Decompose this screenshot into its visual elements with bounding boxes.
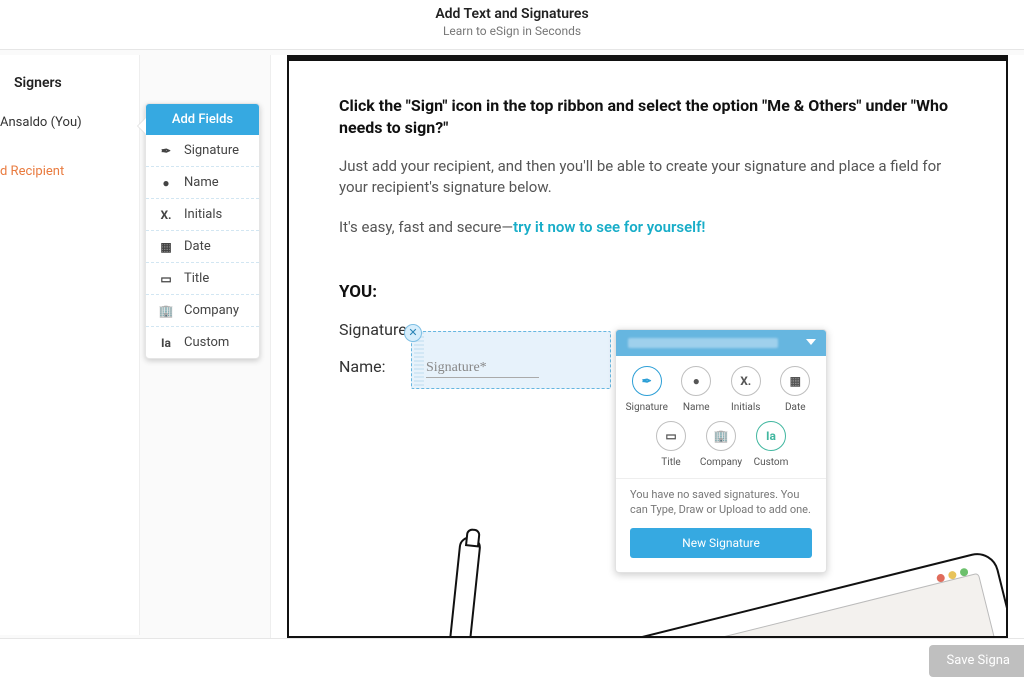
pop-label: Title — [661, 457, 680, 468]
field-label: Title — [184, 271, 209, 286]
pen-icon — [438, 535, 482, 638]
save-signature-button[interactable]: Save Signa — [929, 645, 1024, 677]
instruction-heading: Click the "Sign" icon in the top ribbon … — [339, 95, 956, 138]
pop-label: Initials — [731, 402, 760, 413]
custom-icon: Ia — [756, 421, 786, 451]
signature-field[interactable]: ✕ Signature* — [411, 331, 611, 389]
name-icon: ● — [681, 366, 711, 396]
panel-pointer — [138, 118, 146, 134]
pop-option-company[interactable]: 🏢 Company — [696, 421, 746, 468]
custom-icon: Ia — [158, 336, 174, 350]
field-label: Date — [184, 239, 211, 254]
field-type-popover: ✒ Signature ● Name X. Initials ▦ Date ▭ Title… — [615, 329, 827, 573]
add-fields-header: Add Fields — [146, 104, 259, 135]
pop-label: Name — [683, 402, 710, 413]
document-area: Click the "Sign" icon in the top ribbon … — [270, 55, 1024, 638]
signature-icon: ✒ — [158, 144, 174, 158]
field-option-company[interactable]: 🏢 Company — [146, 295, 259, 327]
field-label: Name — [184, 175, 219, 190]
signature-placeholder: Signature* — [426, 360, 539, 378]
name-icon: ● — [158, 176, 174, 190]
app-header: Add Text and Signatures Learn to eSign i… — [0, 0, 1024, 50]
add-fields-panel: Add Fields ✒ Signature ● Name X. Initials ▦… — [145, 103, 260, 359]
label-you: YOU: — [339, 282, 956, 302]
pop-option-date[interactable]: ▦ Date — [771, 366, 821, 413]
popover-message: You have no saved signatures. You can Ty… — [616, 478, 826, 528]
pop-label: Custom — [754, 457, 789, 468]
pop-option-custom[interactable]: Ia Custom — [746, 421, 796, 468]
instruction-tail-prefix: It's easy, fast and secure— — [339, 218, 513, 236]
field-option-title[interactable]: ▭ Title — [146, 263, 259, 295]
try-it-link[interactable]: try it now to see for yourself! — [513, 218, 705, 236]
initials-icon: X. — [731, 366, 761, 396]
page-title: Add Text and Signatures — [0, 6, 1024, 22]
field-label: Signature — [184, 143, 239, 158]
field-label: Initials — [184, 207, 222, 222]
signature-icon: ✒ — [632, 366, 662, 396]
title-icon: ▭ — [656, 421, 686, 451]
company-icon: 🏢 — [158, 304, 174, 318]
signers-sidebar: Signers Ansaldo (You) d Recipient — [0, 55, 140, 635]
date-icon: ▦ — [158, 240, 174, 254]
footer-bar: Save Signa — [0, 638, 1024, 683]
pop-label: Company — [700, 457, 742, 468]
field-option-custom[interactable]: Ia Custom — [146, 327, 259, 358]
pop-option-title[interactable]: ▭ Title — [646, 421, 696, 468]
signer-current[interactable]: Ansaldo (You) — [0, 105, 139, 140]
field-label: Company — [184, 303, 239, 318]
close-icon[interactable]: ✕ — [404, 324, 422, 342]
title-icon: ▭ — [158, 272, 174, 286]
chevron-down-icon[interactable] — [806, 339, 816, 345]
field-option-date[interactable]: ▦ Date — [146, 231, 259, 263]
date-icon: ▦ — [780, 366, 810, 396]
pop-label: Signature — [626, 402, 668, 413]
new-signature-button[interactable]: New Signature — [630, 528, 812, 558]
company-icon: 🏢 — [706, 421, 736, 451]
field-option-signature[interactable]: ✒ Signature — [146, 135, 259, 167]
field-option-name[interactable]: ● Name — [146, 167, 259, 199]
recipient-email-blur — [628, 338, 778, 348]
add-recipient-link[interactable]: d Recipient — [0, 140, 139, 189]
traffic-lights-icon — [936, 567, 969, 583]
instruction-tail: It's easy, fast and secure—try it now to… — [339, 218, 956, 236]
sidebar-section-signers: Signers — [0, 55, 139, 105]
initials-icon: X. — [158, 208, 174, 222]
page-subtitle: Learn to eSign in Seconds — [0, 24, 1024, 38]
popover-header[interactable] — [616, 330, 826, 356]
pop-option-name[interactable]: ● Name — [672, 366, 722, 413]
document-page[interactable]: Click the "Sign" icon in the top ribbon … — [287, 55, 1008, 638]
pop-option-initials[interactable]: X. Initials — [721, 366, 771, 413]
pop-label: Date — [785, 402, 806, 413]
pop-option-signature[interactable]: ✒ Signature — [622, 366, 672, 413]
field-label: Custom — [184, 335, 229, 350]
instruction-body: Just add your recipient, and then you'll… — [339, 156, 956, 198]
field-option-initials[interactable]: X. Initials — [146, 199, 259, 231]
